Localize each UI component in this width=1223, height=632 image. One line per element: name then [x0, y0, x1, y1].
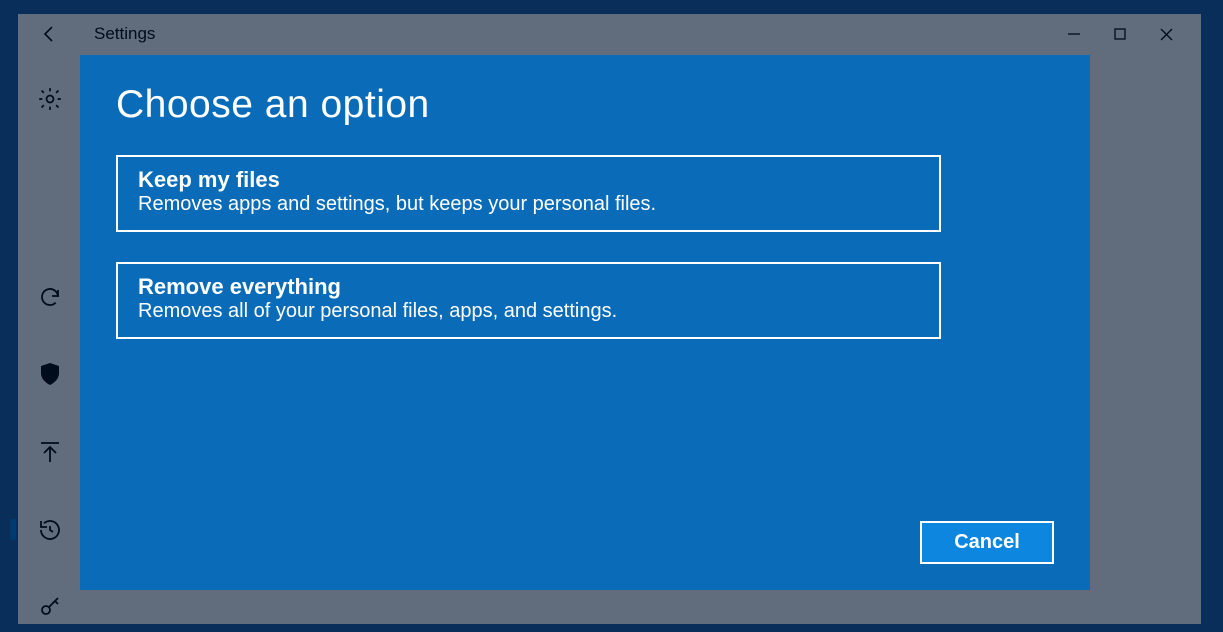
option-description: Removes all of your personal files, apps…	[138, 300, 919, 323]
option-keep-my-files[interactable]: Keep my files Removes apps and settings,…	[116, 155, 941, 232]
option-title: Keep my files	[138, 167, 919, 193]
cancel-button[interactable]: Cancel	[920, 521, 1054, 564]
reset-dialog: Choose an option Keep my files Removes a…	[80, 55, 1090, 590]
option-title: Remove everything	[138, 274, 919, 300]
option-description: Removes apps and settings, but keeps you…	[138, 193, 919, 216]
option-remove-everything[interactable]: Remove everything Removes all of your pe…	[116, 262, 941, 339]
dialog-title: Choose an option	[116, 83, 1054, 127]
